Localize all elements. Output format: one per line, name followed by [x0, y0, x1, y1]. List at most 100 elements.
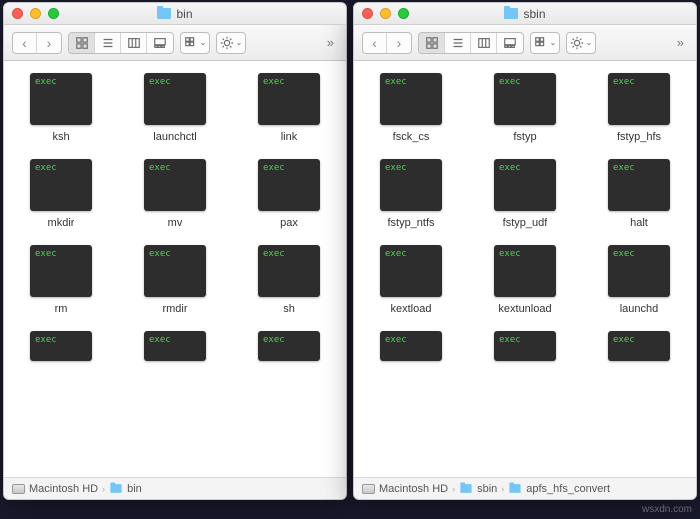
minimize-icon[interactable] [30, 8, 41, 19]
toolbar-overflow-button[interactable]: » [323, 35, 338, 50]
titlebar: sbin [354, 3, 696, 25]
file-item[interactable]: launchd [582, 241, 696, 323]
file-item[interactable]: mv [118, 155, 232, 237]
file-name: launchd [620, 303, 659, 315]
exec-icon [144, 331, 206, 361]
window-title-text: bin [176, 7, 192, 21]
file-name: kextload [391, 303, 432, 315]
file-name: fstyp_udf [503, 217, 548, 229]
view-mode-segment [418, 32, 524, 54]
view-list-button[interactable] [95, 33, 121, 53]
view-icon-button[interactable] [419, 33, 445, 53]
file-item[interactable] [582, 327, 696, 365]
file-name: halt [630, 217, 648, 229]
toolbar: ‹ › ⌄ ⌄ » [354, 25, 696, 61]
file-item[interactable]: halt [582, 155, 696, 237]
file-item[interactable]: rmdir [118, 241, 232, 323]
file-item[interactable]: fsck_cs [354, 69, 468, 151]
file-item[interactable] [232, 327, 346, 365]
toolbar: ‹ › ⌄ ⌄ » [4, 25, 346, 61]
file-item[interactable]: kextunload [468, 241, 582, 323]
file-name: link [281, 131, 298, 143]
action-button[interactable]: ⌄ [216, 32, 246, 54]
file-name: mkdir [48, 217, 75, 229]
exec-icon [30, 331, 92, 361]
forward-button[interactable]: › [37, 33, 61, 53]
file-name: kextunload [498, 303, 551, 315]
zoom-icon[interactable] [48, 8, 59, 19]
exec-icon [30, 73, 92, 125]
view-column-button[interactable] [471, 33, 497, 53]
exec-icon [30, 159, 92, 211]
file-item[interactable]: mkdir [4, 155, 118, 237]
toolbar-overflow-button[interactable]: » [673, 35, 688, 50]
watermark: wsxdn.com [642, 504, 692, 515]
exec-icon [608, 73, 670, 125]
group-button[interactable]: ⌄ [180, 32, 210, 54]
group-button[interactable]: ⌄ [530, 32, 560, 54]
window-title-text: sbin [523, 7, 545, 21]
folder-icon [510, 484, 521, 493]
file-name: fstyp_ntfs [387, 217, 434, 229]
finder-window-sbin: sbin ‹ › ⌄ ⌄ » fsck_cs fstyp fstyp_hfs f… [353, 2, 697, 500]
file-name: fstyp [513, 131, 536, 143]
file-item[interactable]: pax [232, 155, 346, 237]
file-item[interactable]: ksh [4, 69, 118, 151]
action-button[interactable]: ⌄ [566, 32, 596, 54]
folder-icon [157, 8, 171, 19]
file-item[interactable] [4, 327, 118, 365]
exec-icon [144, 245, 206, 297]
file-item[interactable]: fstyp_ntfs [354, 155, 468, 237]
file-item[interactable] [354, 327, 468, 365]
file-item[interactable]: fstyp_hfs [582, 69, 696, 151]
exec-icon [144, 159, 206, 211]
path-segment[interactable]: apfs_hfs_convert [526, 483, 610, 495]
folder-icon [504, 8, 518, 19]
close-icon[interactable] [12, 8, 23, 19]
file-name: rmdir [162, 303, 187, 315]
file-item[interactable]: kextload [354, 241, 468, 323]
file-item[interactable]: fstyp_udf [468, 155, 582, 237]
file-item[interactable] [118, 327, 232, 365]
forward-button[interactable]: › [387, 33, 411, 53]
exec-icon [380, 159, 442, 211]
close-icon[interactable] [362, 8, 373, 19]
minimize-icon[interactable] [380, 8, 391, 19]
folder-icon [460, 484, 471, 493]
file-item[interactable]: sh [232, 241, 346, 323]
view-icon-button[interactable] [69, 33, 95, 53]
file-item[interactable]: rm [4, 241, 118, 323]
exec-icon [494, 245, 556, 297]
exec-icon [494, 159, 556, 211]
exec-icon [258, 245, 320, 297]
exec-icon [144, 73, 206, 125]
view-column-button[interactable] [121, 33, 147, 53]
nav-segment: ‹ › [362, 32, 412, 54]
path-segment[interactable]: bin [127, 483, 142, 495]
file-item[interactable]: fstyp [468, 69, 582, 151]
exec-icon [380, 331, 442, 361]
content-area[interactable]: fsck_cs fstyp fstyp_hfs fstyp_ntfs fstyp… [354, 61, 696, 477]
content-area[interactable]: ksh launchctl link mkdir mv pax rm rmdir… [4, 61, 346, 477]
view-gallery-button[interactable] [497, 33, 523, 53]
back-button[interactable]: ‹ [13, 33, 37, 53]
view-list-button[interactable] [445, 33, 471, 53]
view-gallery-button[interactable] [147, 33, 173, 53]
folder-icon [110, 484, 121, 493]
path-separator-icon: › [501, 484, 504, 494]
path-segment[interactable]: sbin [477, 483, 497, 495]
pathbar: Macintosh HD›bin [4, 477, 346, 499]
drive-icon [12, 484, 25, 494]
exec-icon [258, 73, 320, 125]
file-item[interactable]: link [232, 69, 346, 151]
exec-icon [258, 159, 320, 211]
file-item[interactable] [468, 327, 582, 365]
zoom-icon[interactable] [398, 8, 409, 19]
path-segment[interactable]: Macintosh HD [29, 483, 98, 495]
exec-icon [608, 159, 670, 211]
file-item[interactable]: launchctl [118, 69, 232, 151]
back-button[interactable]: ‹ [363, 33, 387, 53]
pathbar: Macintosh HD›sbin›apfs_hfs_convert [354, 477, 696, 499]
path-segment[interactable]: Macintosh HD [379, 483, 448, 495]
file-name: fstyp_hfs [617, 131, 661, 143]
